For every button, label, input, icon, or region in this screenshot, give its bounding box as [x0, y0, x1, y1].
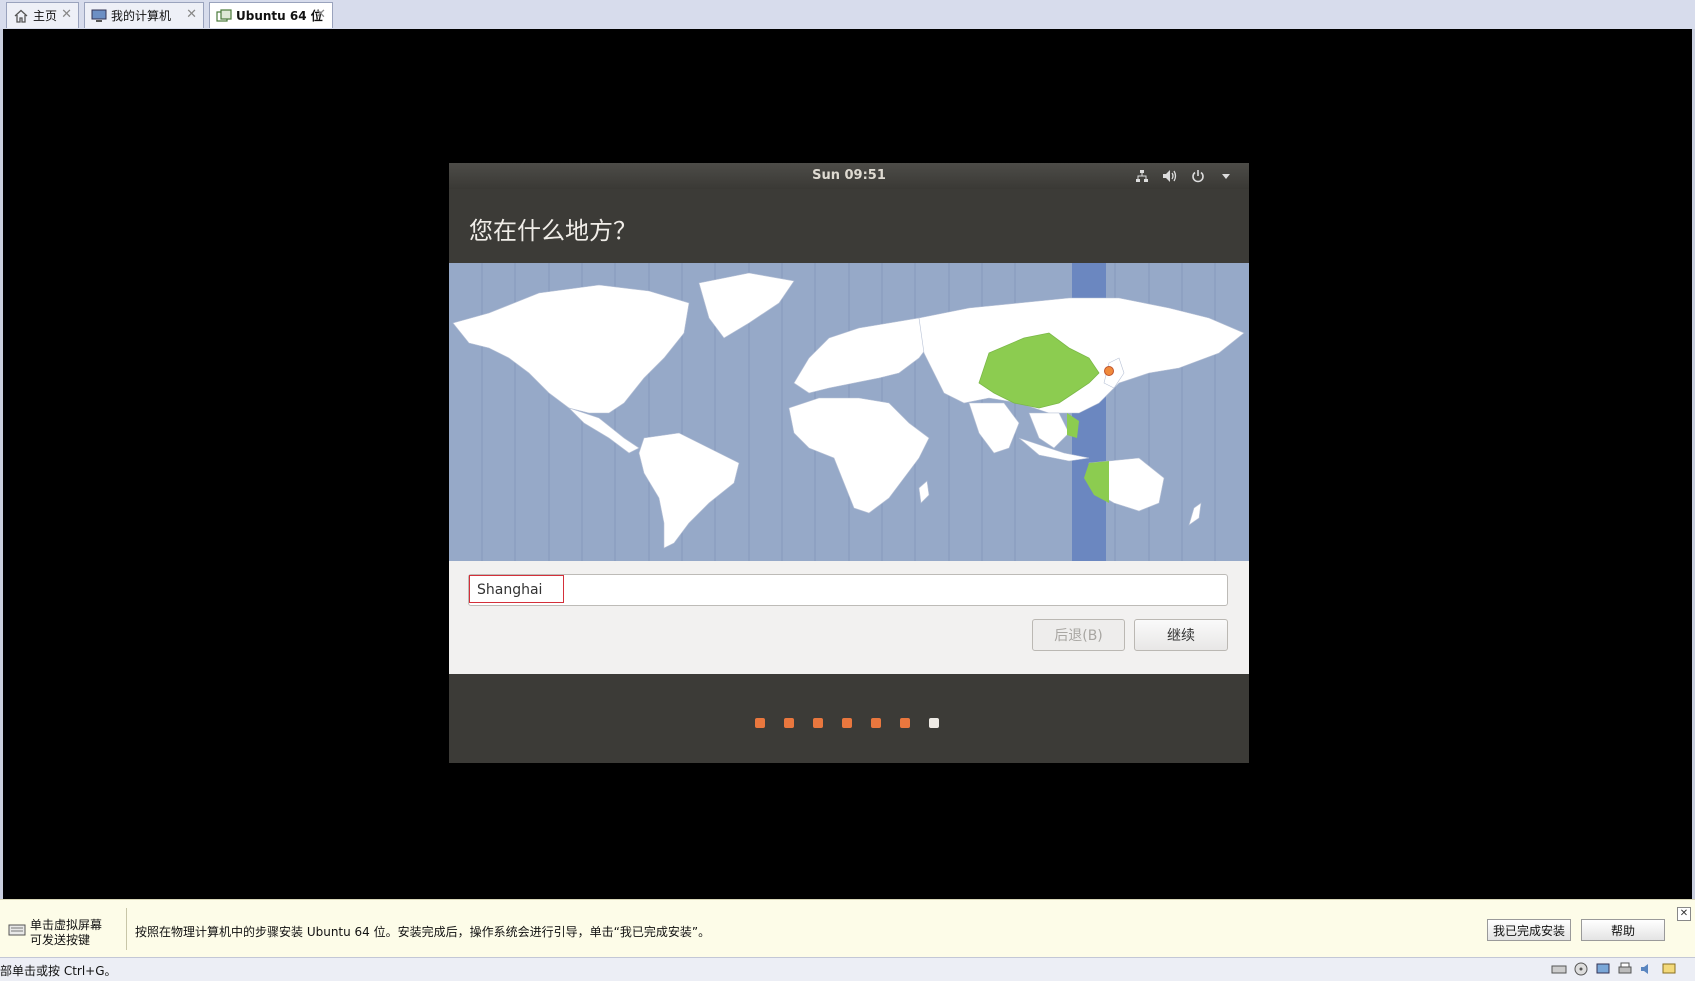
location-panel: Shanghai 后退(B) 继续 — [449, 561, 1249, 674]
tab-ubuntu[interactable]: Ubuntu 64 位 ✕ — [209, 2, 333, 28]
close-icon[interactable]: ✕ — [315, 7, 326, 22]
printer-icon[interactable] — [1617, 961, 1633, 977]
home-icon — [13, 8, 29, 24]
continue-button[interactable]: 继续 — [1134, 619, 1228, 651]
volume-icon[interactable] — [1161, 167, 1179, 185]
tab-my-computer[interactable]: 我的计算机 ✕ — [84, 2, 204, 28]
gnome-top-bar: Sun 09:51 — [449, 163, 1249, 189]
location-input[interactable]: Shanghai — [468, 574, 1228, 606]
keyboard-icon — [8, 922, 26, 936]
progress-dot — [871, 718, 881, 728]
tab-label: 主页 — [33, 9, 58, 23]
message-icon[interactable] — [1661, 961, 1677, 977]
page-title: 您在什么地方？ — [469, 217, 637, 245]
dropdown-arrow-icon[interactable] — [1217, 167, 1235, 185]
close-icon[interactable]: ✕ — [1677, 907, 1691, 921]
progress-dot — [842, 718, 852, 728]
world-map[interactable] — [449, 263, 1249, 561]
notification-bar: 单击虚拟屏幕 可发送按键 按照在物理计算机中的步骤安装 Ubuntu 64 位。… — [0, 899, 1695, 958]
back-button[interactable]: 后退(B) — [1032, 619, 1125, 651]
notification-hint: 单击虚拟屏幕 可发送按键 — [30, 918, 102, 948]
close-icon[interactable]: ✕ — [186, 7, 197, 22]
computer-icon — [91, 8, 107, 24]
location-value[interactable]: Shanghai — [469, 575, 564, 603]
help-button[interactable]: 帮助 — [1581, 919, 1665, 941]
progress-dot-current — [929, 718, 939, 728]
power-icon[interactable] — [1189, 167, 1207, 185]
hint-line-2: 可发送按键 — [30, 933, 91, 947]
installer-header: 您在什么地方？ — [449, 189, 1249, 263]
ubuntu-installer: Sun 09:51 您在什么地方？ Shanghai 后退(B) 继续 — [449, 163, 1249, 763]
installer-footer — [449, 674, 1249, 763]
tab-bar: 主页 ✕ 我的计算机 ✕ Ubuntu 64 位 ✕ — [0, 0, 1695, 30]
tab-home[interactable]: 主页 ✕ — [6, 2, 79, 28]
progress-dot — [813, 718, 823, 728]
network-icon[interactable] — [1133, 167, 1151, 185]
status-text: 部单击或按 Ctrl+G。 — [0, 964, 117, 978]
progress-dots — [755, 718, 939, 728]
clock[interactable]: Sun 09:51 — [449, 168, 1249, 183]
notification-message: 按照在物理计算机中的步骤安装 Ubuntu 64 位。安装完成后，操作系统会进行… — [135, 925, 711, 939]
cd-icon[interactable] — [1573, 961, 1589, 977]
close-icon[interactable]: ✕ — [61, 7, 72, 22]
progress-dot — [900, 718, 910, 728]
hdd-icon[interactable] — [1551, 961, 1567, 977]
progress-dot — [784, 718, 794, 728]
tab-label: Ubuntu 64 位 — [236, 9, 323, 23]
status-bar: 部单击或按 Ctrl+G。 — [0, 957, 1695, 981]
tab-label: 我的计算机 — [111, 9, 172, 23]
progress-dot — [755, 718, 765, 728]
timezone-map[interactable] — [449, 263, 1249, 561]
done-install-button[interactable]: 我已完成安装 — [1487, 919, 1571, 941]
divider — [126, 908, 127, 950]
sound-icon[interactable] — [1639, 961, 1655, 977]
hint-line-1: 单击虚拟屏幕 — [30, 918, 103, 932]
location-pin[interactable] — [1104, 366, 1114, 376]
network-adapter-icon[interactable] — [1595, 961, 1611, 977]
vm-icon — [216, 8, 232, 24]
